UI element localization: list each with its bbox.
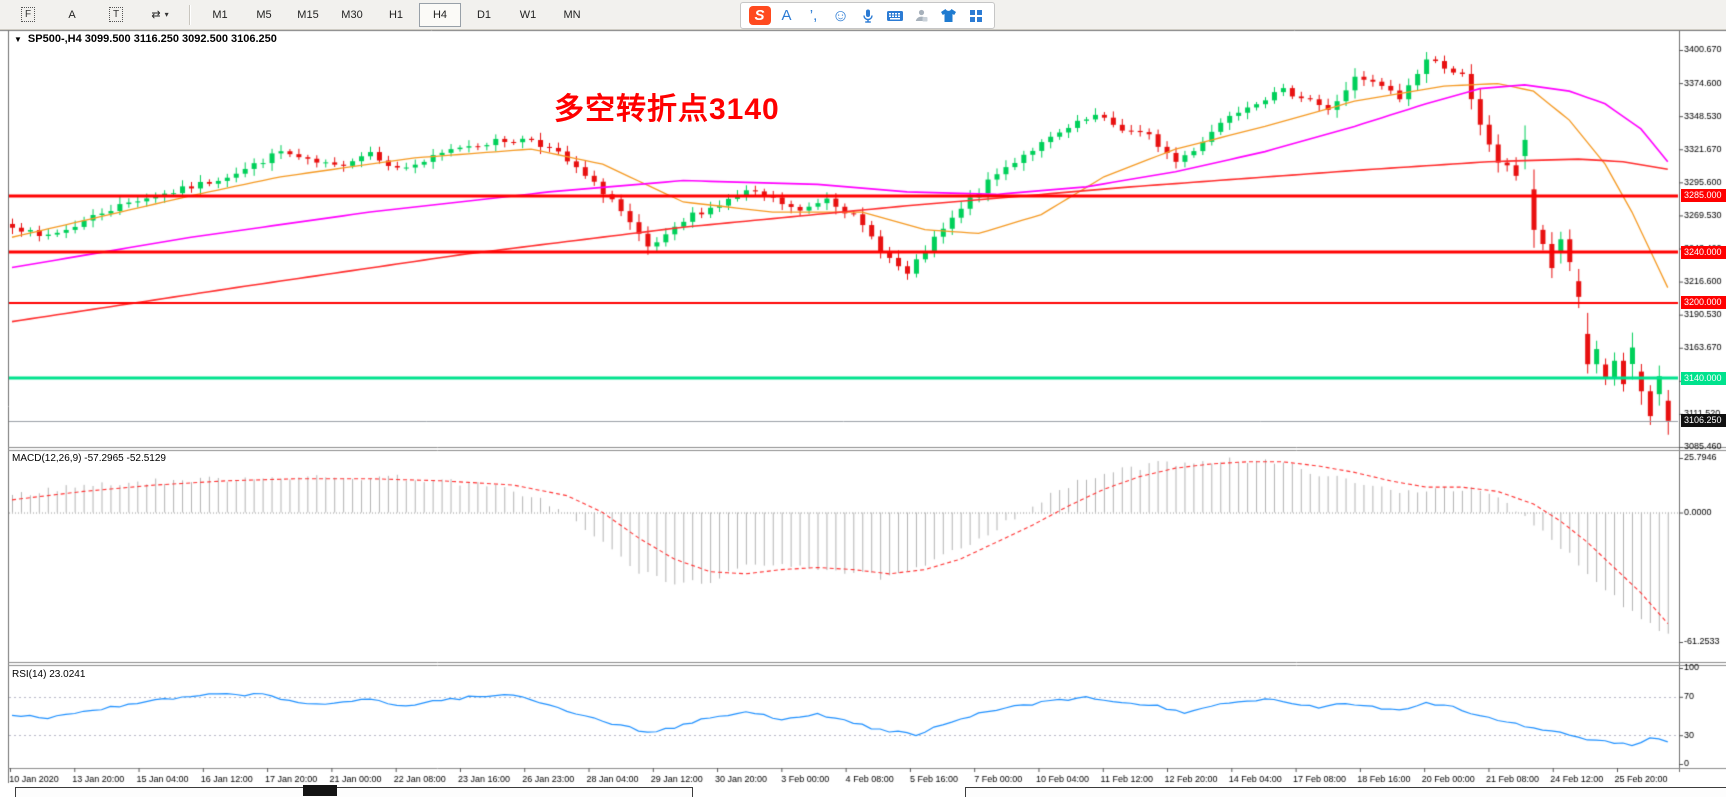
price-line-label-3140: 3140.000: [1681, 372, 1726, 385]
price-line-label-3200: 3200.000: [1681, 296, 1726, 309]
timeframe-button-mn[interactable]: MN: [551, 3, 593, 27]
chart-title-row: ▼ SP500-,H4 3099.500 3116.250 3092.500 3…: [14, 33, 277, 45]
current-price-label: 3106.250: [1681, 414, 1726, 427]
toolbar-tools: FAT⇄▾: [6, 3, 182, 27]
ime-voice-icon[interactable]: [854, 5, 881, 26]
ime-toolbar: SA’,☺: [740, 2, 995, 29]
price-line-label-3240: 3240.000: [1681, 246, 1726, 259]
text-tool[interactable]: A: [51, 3, 93, 27]
timeframe-button-m30[interactable]: M30: [331, 3, 373, 27]
ime-toolbox-icon[interactable]: [962, 5, 989, 26]
macd-indicator-label: MACD(12,26,9) -57.2965 -52.5129: [12, 453, 166, 464]
timeframe-button-m5[interactable]: M5: [243, 3, 285, 27]
label-tool[interactable]: T: [95, 3, 137, 27]
taskbar-black-segment[interactable]: [303, 785, 337, 796]
taskbar-strip: [0, 784, 1726, 796]
collapse-chart-icon[interactable]: ▼: [14, 35, 22, 44]
rsi-indicator-label: RSI(14) 23.0241: [12, 669, 85, 680]
toolbar-separator: [189, 5, 191, 25]
ime-language-icon[interactable]: A: [773, 5, 800, 26]
objects-order-tool[interactable]: ⇄▾: [139, 3, 181, 27]
dropdown-caret-icon[interactable]: ▾: [165, 10, 169, 19]
timeframe-button-h1[interactable]: H1: [375, 3, 417, 27]
chart-grid-tool[interactable]: F: [7, 3, 49, 27]
symbol-ohlc-readout: SP500-,H4 3099.500 3116.250 3092.500 310…: [28, 33, 277, 45]
timeframe-button-d1[interactable]: D1: [463, 3, 505, 27]
chart-canvas[interactable]: [0, 0, 1726, 796]
ime-account-icon[interactable]: [908, 5, 935, 26]
timeframe-button-w1[interactable]: W1: [507, 3, 549, 27]
ime-emoji-icon[interactable]: ☺: [827, 5, 854, 26]
ime-skin-icon[interactable]: [935, 5, 962, 26]
timeframe-group: M1M5M15M30H1H4D1W1MN: [198, 3, 594, 27]
timeframe-button-m1[interactable]: M1: [199, 3, 241, 27]
timeframe-button-h4[interactable]: H4: [419, 3, 461, 27]
ime-punctuation-icon[interactable]: ’,: [800, 5, 827, 26]
sogou-logo-icon[interactable]: S: [746, 5, 773, 26]
price-line-label-3285: 3285.000: [1681, 189, 1726, 202]
ime-keyboard-icon[interactable]: [881, 5, 908, 26]
chart-annotation-text: 多空转折点3140: [554, 84, 780, 128]
timeframe-button-m15[interactable]: M15: [287, 3, 329, 27]
